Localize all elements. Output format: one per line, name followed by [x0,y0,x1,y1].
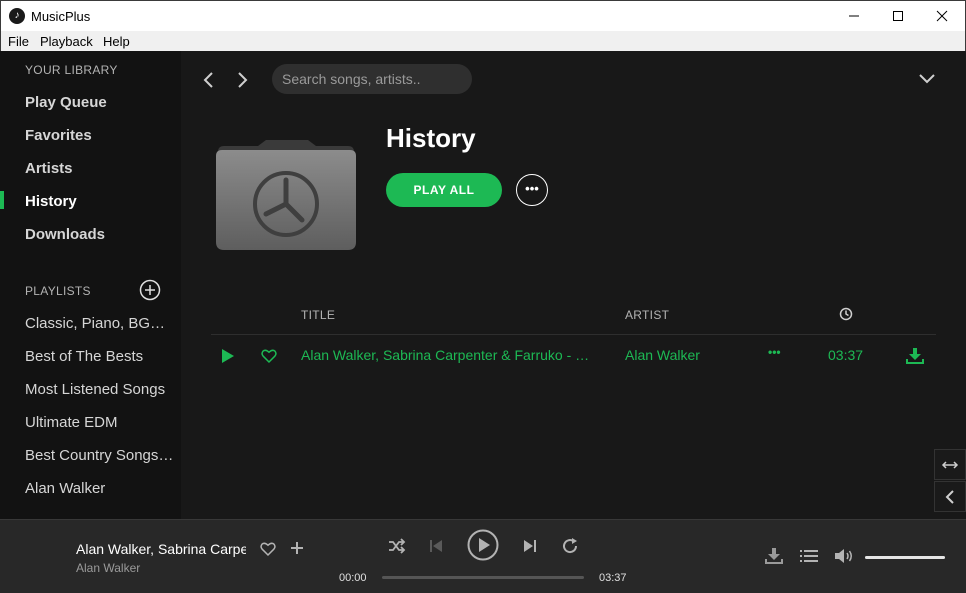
sidebar-item-favorites[interactable]: Favorites [25,127,92,144]
playlist-item[interactable]: Best Country Songs Ever [25,447,175,464]
active-indicator [0,191,4,209]
search-input[interactable] [272,64,472,94]
maximize-button[interactable] [875,1,921,31]
open-panel-button[interactable] [934,481,966,512]
play-track-button[interactable] [221,348,235,364]
volume-icon [835,549,852,563]
track-title: Alan Walker, Sabrina Carpenter & Farruko… [301,347,591,363]
back-button[interactable] [201,71,217,89]
menu-bar: File Playback Help [0,31,966,51]
history-folder-icon [214,138,358,252]
main-content: History PLAY ALL ••• TITLE ARTIST Alan W… [181,51,966,519]
total-time: 03:37 [599,572,627,584]
track-artist[interactable]: Alan Walker [625,347,700,363]
sidebar-item-artists[interactable]: Artists [25,160,73,177]
skip-next-icon [524,540,536,552]
sidebar-item-play-queue[interactable]: Play Queue [25,94,107,111]
track-more-button[interactable]: ••• [768,345,781,359]
now-playing-title: Alan Walker, Sabrina Carpenter & Farruko [76,541,246,557]
app-title: MusicPlus [31,9,91,24]
minimize-icon [849,15,859,17]
horizontal-arrows-icon [941,460,959,469]
sidebar: YOUR LIBRARY Play Queue Favorites Artist… [0,51,181,519]
heart-icon [260,542,276,557]
download-icon [765,548,783,564]
volume-button[interactable] [834,548,854,569]
more-options-button[interactable]: ••• [516,174,548,206]
playlist-item[interactable]: Most Listened Songs [25,381,175,398]
repeat-button[interactable] [561,537,579,560]
repeat-icon [563,538,578,554]
list-icon [800,550,818,562]
next-button[interactable] [523,539,537,558]
playlist-item[interactable]: Classic, Piano, BGM Collection [25,315,175,332]
page-title: History [386,123,476,153]
download-button[interactable] [765,547,783,570]
play-pause-button[interactable] [467,529,499,566]
expand-width-button[interactable] [934,449,966,480]
download-button[interactable] [906,347,924,365]
favorite-button[interactable] [261,348,277,364]
playlist-item[interactable]: Alan Walker [25,480,175,497]
volume-fill [865,556,945,559]
menu-playback[interactable]: Playback [40,34,93,49]
minimize-button[interactable] [831,1,877,31]
elapsed-time: 00:00 [339,572,367,584]
player-bar: Alan Walker, Sabrina Carpenter & Farruko… [0,519,966,593]
clock-icon[interactable] [839,307,853,321]
play-icon [467,529,499,561]
menu-help[interactable]: Help [103,34,130,49]
title-bar: ♪ MusicPlus [0,0,966,31]
sidebar-item-history[interactable]: History [25,193,77,210]
playlist-item[interactable]: Best of The Bests [25,348,175,365]
heart-icon [261,349,277,364]
plus-icon [291,542,303,554]
add-playlist-button[interactable] [139,279,161,301]
skip-previous-icon [430,540,442,552]
play-icon [222,349,234,363]
playlist-item[interactable]: Ultimate EDM [25,414,175,431]
progress-bar[interactable] [382,576,584,579]
collapse-button[interactable] [917,71,937,87]
add-to-playlist-button[interactable] [290,541,304,555]
plus-circle-icon [139,279,161,301]
now-playing-artist[interactable]: Alan Walker [76,561,140,575]
column-header-title[interactable]: TITLE [301,308,335,322]
chevron-left-icon [945,489,954,504]
close-button[interactable] [919,1,965,31]
library-header: YOUR LIBRARY [25,63,118,77]
maximize-icon [893,11,903,21]
queue-button[interactable] [800,549,818,568]
playlists-header: PLAYLISTS [25,284,91,298]
chevron-right-icon [238,72,248,88]
chevron-left-icon [203,72,213,88]
music-note-icon: ♪ [9,8,25,24]
chevron-down-icon [919,74,935,84]
column-header-artist[interactable]: ARTIST [625,308,669,322]
shuffle-button[interactable] [388,538,406,559]
volume-slider[interactable] [865,556,945,559]
track-duration: 03:37 [828,347,864,363]
previous-button[interactable] [429,539,443,558]
forward-button[interactable] [234,71,250,89]
play-all-button[interactable]: PLAY ALL [386,173,502,207]
menu-file[interactable]: File [8,34,29,49]
table-row[interactable]: Alan Walker, Sabrina Carpenter & Farruko… [211,335,936,375]
favorite-now-playing-button[interactable] [260,541,276,557]
download-icon [906,348,924,364]
shuffle-icon [389,538,406,554]
sidebar-item-downloads[interactable]: Downloads [25,226,105,243]
close-icon [936,10,948,22]
